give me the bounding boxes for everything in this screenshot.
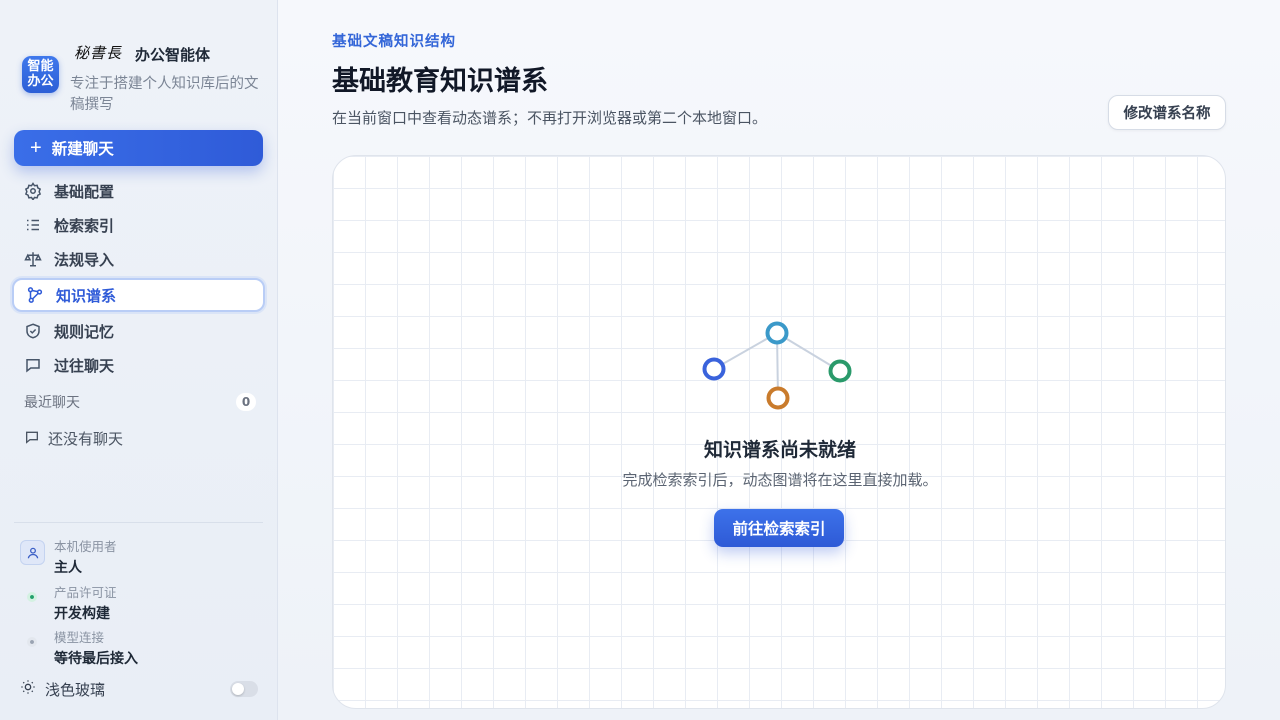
user-icon-wrap: [20, 540, 45, 565]
license-info: 产品许可证 开发构建: [20, 582, 260, 622]
app-logo: 智能 办公: [22, 56, 59, 93]
go-to-search-index-button[interactable]: 前往检索索引: [714, 509, 844, 547]
chat-bubble-icon: [24, 429, 40, 449]
license-value: 开发构建: [54, 606, 110, 622]
sidebar-item-basic-config[interactable]: 基础配置: [12, 174, 265, 208]
graph-node: [766, 386, 790, 410]
theme-label: 浅色玻璃: [45, 680, 106, 699]
gear-icon: [24, 182, 42, 200]
empty-state-title: 知识谱系尚未就绪: [703, 439, 856, 461]
page-eyebrow: 基础文稿知识结构: [332, 34, 456, 50]
model-status-dot: [27, 637, 37, 647]
recent-chats-empty: 还没有聊天: [24, 428, 123, 449]
recent-chats-count-badge: 0: [236, 393, 256, 411]
theme-label-group: 浅色玻璃: [20, 679, 105, 700]
sidebar-item-label: 检索索引: [54, 216, 115, 235]
plus-icon: +: [30, 137, 42, 159]
user-value: 主人: [54, 560, 82, 576]
recent-chats-header: 最近聊天 0: [24, 392, 256, 412]
license-label: 产品许可证: [54, 585, 117, 600]
sidebar-item-label: 知识谱系: [56, 286, 117, 305]
graph-node: [702, 357, 726, 381]
scale-icon: [24, 250, 42, 268]
model-connection-info: 模型连接 等待最后接入: [20, 627, 260, 667]
page-title: 基础教育知识谱系: [332, 66, 548, 97]
recent-chats-title: 最近聊天: [24, 395, 80, 411]
model-label: 模型连接: [54, 630, 105, 645]
sidebar-item-label: 规则记忆: [54, 322, 115, 341]
sidebar-item-search-index[interactable]: 检索索引: [12, 208, 265, 242]
brand: 智能 办公 秘書長 办公智能体 专注于搭建个人知识库后的文稿撰写: [20, 42, 270, 116]
user-icon: [20, 540, 45, 565]
new-chat-button[interactable]: + 新建聊天: [14, 130, 263, 166]
brand-title: 办公智能体: [135, 46, 211, 64]
theme-toggle[interactable]: [230, 681, 258, 697]
recent-chats-empty-label: 还没有聊天: [48, 430, 124, 448]
sidebar-item-label: 过往聊天: [54, 356, 115, 375]
user-text: 本机使用者 主人: [54, 536, 117, 577]
shield-icon: [24, 322, 42, 340]
sidebar-item-past-chats[interactable]: 过往聊天: [12, 348, 265, 382]
logo-text-line1: 智能: [27, 59, 54, 74]
sidebar-item-regulation-import[interactable]: 法规导入: [12, 242, 265, 276]
sidebar: 智能 办公 秘書長 办公智能体 专注于搭建个人知识库后的文稿撰写 + 新建聊天 …: [0, 0, 278, 720]
sidebar-item-label: 基础配置: [54, 182, 115, 201]
page-description: 在当前窗口中查看动态谱系；不再打开浏览器或第二个本地窗口。: [332, 109, 768, 127]
model-value: 等待最后接入: [54, 651, 138, 667]
sidebar-nav: 基础配置 检索索引 法规导入 知识谱系 规则记忆 过往聊天: [12, 174, 265, 382]
empty-state-subtitle: 完成检索索引后，动态图谱将在这里直接加载。: [622, 471, 938, 489]
list-icon: [24, 216, 42, 234]
sun-icon: [20, 679, 36, 699]
sidebar-divider: [14, 522, 263, 523]
local-user-info: 本机使用者 主人: [20, 536, 260, 576]
brand-signature: 秘書長: [74, 44, 123, 62]
graph-icon: [26, 286, 44, 304]
graph-node: [828, 359, 852, 383]
graph-canvas: 知识谱系尚未就绪 完成检索索引后，动态图谱将在这里直接加载。 前往检索索引: [332, 155, 1226, 709]
chat-bubble-icon: [24, 356, 42, 374]
model-text: 模型连接 等待最后接入: [54, 627, 138, 668]
theme-row: 浅色玻璃: [20, 678, 258, 700]
sidebar-item-label: 法规导入: [54, 250, 115, 269]
graph-node: [765, 321, 789, 345]
license-status-wrap: [20, 586, 37, 602]
sidebar-item-knowledge-graph[interactable]: 知识谱系: [12, 278, 265, 312]
rename-graph-button[interactable]: 修改谱系名称: [1108, 95, 1226, 130]
brand-subtitle: 专注于搭建个人知识库后的文稿撰写: [70, 76, 259, 113]
license-text: 产品许可证 开发构建: [54, 582, 117, 623]
user-label: 本机使用者: [54, 539, 117, 554]
model-status-wrap: [20, 631, 37, 647]
new-chat-label: 新建聊天: [51, 141, 114, 158]
license-status-dot: [27, 592, 37, 602]
sidebar-item-rule-memory[interactable]: 规则记忆: [12, 314, 265, 348]
logo-text-line2: 办公: [27, 74, 54, 89]
main-panel: 基础文稿知识结构 基础教育知识谱系 在当前窗口中查看动态谱系；不再打开浏览器或第…: [278, 0, 1280, 720]
graph-placeholder-icon: [702, 321, 852, 410]
